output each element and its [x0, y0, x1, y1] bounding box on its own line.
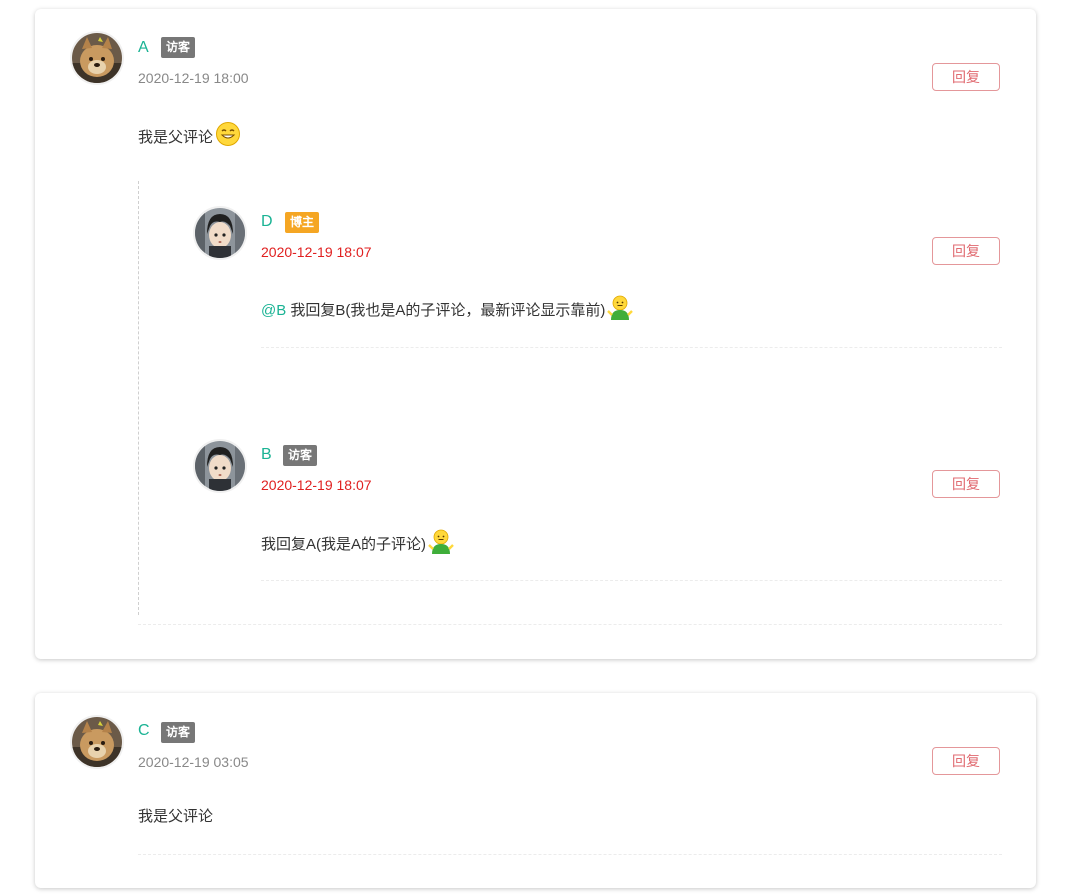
commenter-name[interactable]: A	[138, 38, 149, 58]
dog-avatar[interactable]	[72, 33, 122, 83]
comment-time: 2020-12-19 03:05	[138, 754, 249, 770]
guest-badge: 访客	[161, 37, 196, 58]
reply-content: 我回复A(我是A的子评论)	[261, 528, 454, 562]
comment-card: A 访客 2020-12-19 18:00 回复 我是父评论 D 博主 2020…	[35, 9, 1036, 659]
reply-divider	[261, 347, 1002, 348]
reply-content: @B 我回复B(我也是A的子评论，最新评论显示靠前)	[261, 294, 634, 328]
reply-text: 我回复A(我是A的子评论)	[261, 535, 427, 553]
comment-content: 我是父评论	[138, 805, 213, 829]
comment-text: 我是父评论	[138, 128, 214, 146]
comment-content: 我是父评论	[138, 121, 241, 155]
reply-button[interactable]: 回复	[932, 747, 1000, 775]
reply-thread-line	[138, 181, 139, 615]
shrug-person-icon	[607, 294, 634, 328]
comment-text: 我是父评论	[138, 808, 214, 825]
comment-divider	[138, 854, 1002, 855]
comment-time: 2020-12-19 18:00	[138, 70, 249, 86]
mention-link[interactable]: @B	[261, 302, 286, 319]
comment-divider	[138, 624, 1002, 625]
reply-text: 我回复B(我也是A的子评论，最新评论显示靠前)	[290, 301, 606, 319]
reply-button[interactable]: 回复	[932, 237, 1000, 265]
guest-badge: 访客	[161, 722, 196, 743]
replier-name[interactable]: B	[261, 445, 272, 465]
owner-badge: 博主	[285, 212, 320, 233]
dog-avatar[interactable]	[72, 717, 122, 767]
grinning-face-icon	[215, 121, 241, 155]
comment-card: C 访客 2020-12-19 03:05 回复 我是父评论	[35, 693, 1036, 888]
guest-badge: 访客	[283, 445, 318, 466]
reply-time: 2020-12-19 18:07	[261, 244, 372, 260]
reply-divider	[261, 580, 1002, 581]
anime-avatar[interactable]	[195, 441, 245, 491]
reply-button[interactable]: 回复	[932, 470, 1000, 498]
anime-avatar[interactable]	[195, 208, 245, 258]
shrug-person-icon	[428, 528, 454, 562]
replier-name[interactable]: D	[261, 212, 273, 232]
reply-time: 2020-12-19 18:07	[261, 477, 372, 493]
commenter-name[interactable]: C	[138, 721, 150, 741]
reply-button[interactable]: 回复	[932, 63, 1000, 91]
